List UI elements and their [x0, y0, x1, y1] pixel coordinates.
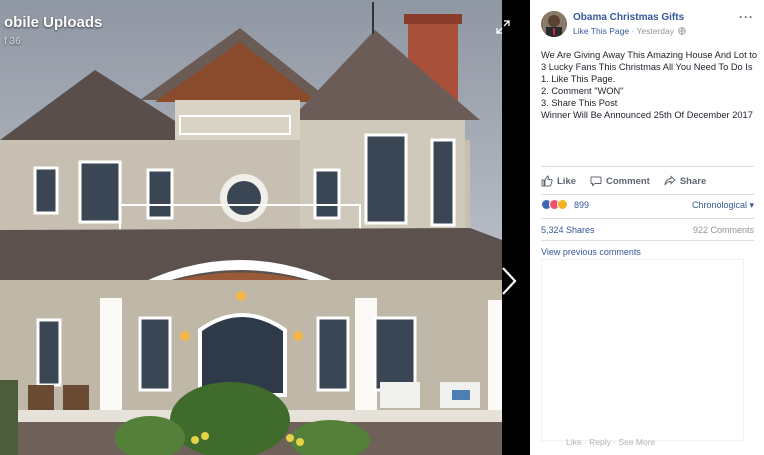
reaction-count[interactable]: 899 [574, 200, 589, 210]
next-photo-arrow-icon[interactable] [500, 266, 518, 296]
comment-icon [590, 176, 602, 187]
profile-photo [541, 11, 567, 37]
photo-viewer: obile Uploads f 36 [0, 0, 530, 455]
expand-icon[interactable] [496, 20, 510, 34]
share-label: Share [679, 175, 707, 187]
post-line-step-3: 3. Share This Post [541, 98, 618, 108]
post-body: We Are Giving Away This Amazing House An… [541, 49, 757, 121]
wow-reaction-icon [557, 199, 568, 210]
divider [541, 218, 754, 219]
comment-label: Comment [606, 175, 650, 187]
post-sidebar: Obama Christmas Gifts Like This Page · Y… [530, 0, 764, 455]
like-label: Like [557, 175, 577, 187]
share-arrow-icon [664, 175, 676, 186]
like-this-page-link[interactable]: Like This Page [573, 26, 629, 36]
comments-list [541, 259, 744, 441]
post-time[interactable]: Yesterday [636, 26, 674, 36]
comment-order-dropdown[interactable]: Chronological ▾ [692, 200, 754, 211]
more-options-button[interactable]: ··· [739, 10, 754, 24]
thumbs-up-icon [541, 175, 553, 187]
post-header: Obama Christmas Gifts Like This Page · Y… [530, 0, 764, 42]
page-name-link[interactable]: Obama Christmas Gifts [573, 12, 684, 23]
house-illustration [0, 0, 502, 455]
view-previous-comments-link[interactable]: View previous comments [541, 247, 641, 257]
reactions-row: 899 Chronological ▾ [541, 199, 754, 213]
house-photo[interactable] [0, 0, 502, 455]
shares-count-link[interactable]: 5,324 Shares [541, 225, 595, 235]
divider [541, 240, 754, 241]
share-button[interactable]: Share [664, 173, 706, 189]
post-line-step-1: 1. Like This Page. [541, 74, 616, 84]
comment-button[interactable]: Comment [590, 173, 650, 189]
post-actions: Like Comment Share [541, 173, 754, 189]
globe-icon [678, 27, 687, 35]
avatar[interactable] [541, 11, 567, 37]
post-line-step-2: 2. Comment "WON" [541, 86, 624, 96]
reaction-icons[interactable] [541, 199, 568, 210]
photo-counter: f 36 [4, 36, 21, 47]
album-title[interactable]: obile Uploads [4, 14, 102, 31]
divider [541, 166, 754, 167]
comment-actions-partial[interactable]: Like · Reply · See More [566, 437, 655, 447]
divider [541, 194, 754, 195]
post-line-intro: We Are Giving Away This Amazing House An… [541, 50, 758, 72]
like-button[interactable]: Like [541, 173, 576, 189]
post-meta: Like This Page · Yesterday [573, 26, 687, 36]
comments-count[interactable]: 922 Comments [693, 225, 754, 235]
post-line-winner: Winner Will Be Announced 25th Of Decembe… [541, 110, 753, 120]
